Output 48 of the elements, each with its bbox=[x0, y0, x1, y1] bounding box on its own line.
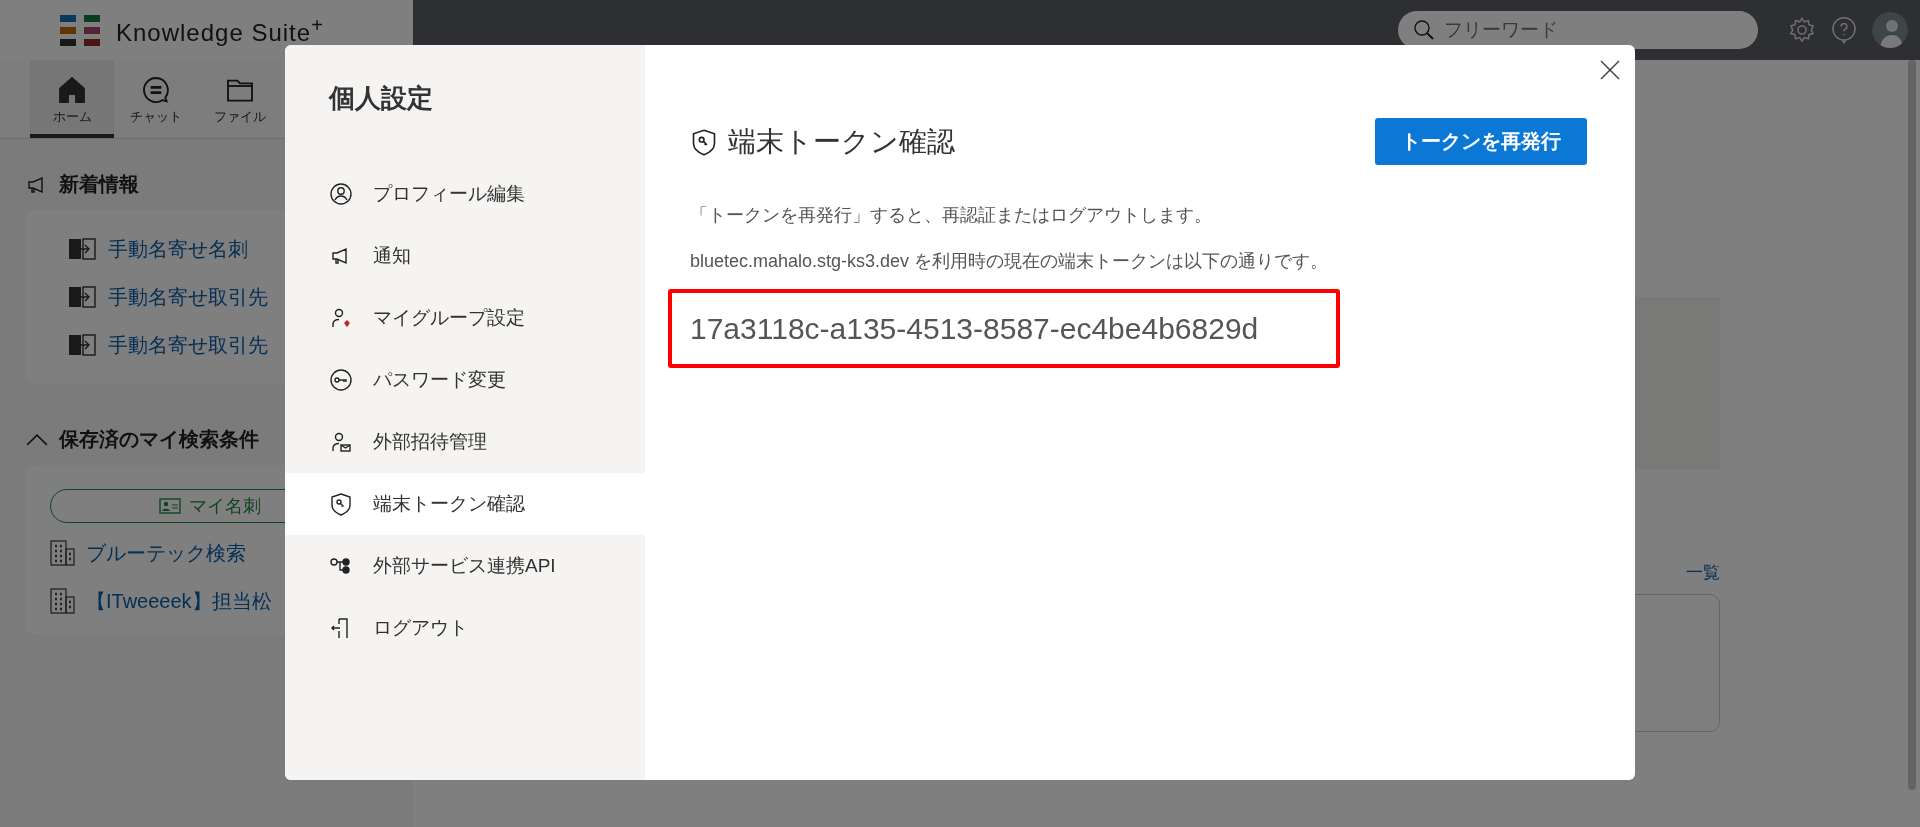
menu-item[interactable]: パスワード変更 bbox=[285, 349, 645, 411]
avatar[interactable] bbox=[1872, 12, 1908, 48]
dialog-title: 個人設定 bbox=[327, 82, 434, 115]
menu-item[interactable]: 外部招待管理 bbox=[285, 411, 645, 473]
menu-item[interactable]: 外部サービス連携API bbox=[285, 535, 645, 597]
id-card-icon bbox=[159, 498, 181, 514]
news-link[interactable]: 手動名寄せ取引先 bbox=[108, 283, 268, 311]
help-icon[interactable] bbox=[1830, 16, 1858, 44]
search-field[interactable]: フリーワード bbox=[1398, 11, 1758, 49]
logo-icon bbox=[60, 14, 100, 46]
page-heading: 端末トークン確認 bbox=[728, 124, 955, 159]
collapse-icon[interactable] bbox=[25, 433, 49, 446]
home-icon bbox=[56, 74, 88, 106]
user-mail-icon bbox=[329, 430, 353, 454]
menu-item[interactable]: 端末トークン確認 bbox=[285, 473, 645, 535]
news-link[interactable]: 手動名寄せ取引先 bbox=[108, 331, 268, 359]
scrollbar[interactable] bbox=[1908, 60, 1916, 790]
token-box: 17a3118c-a135-4513-8587-ec4be4b6829d bbox=[668, 289, 1340, 368]
building-icon bbox=[50, 540, 76, 566]
nav-tab[interactable]: チャット bbox=[114, 60, 198, 138]
section-title: 新着情報 bbox=[59, 172, 139, 197]
nav-tab[interactable]: ファイル bbox=[198, 60, 282, 138]
shield-key-icon bbox=[329, 492, 353, 516]
section-title: 保存済のマイ検索条件 bbox=[59, 427, 259, 452]
nav-tab[interactable]: ホーム bbox=[30, 60, 114, 138]
description-text: bluetec.mahalo.stg-ks3.dev を利用時の現在の端末トークンは以下の通りです。 bbox=[689, 250, 1330, 273]
building-icon bbox=[50, 588, 76, 614]
menu-item[interactable]: ログアウト bbox=[285, 597, 645, 659]
saved-search-link[interactable]: 【ITweeeek】担当松 bbox=[86, 587, 272, 615]
settings-icon[interactable] bbox=[1788, 16, 1816, 44]
menu-item[interactable]: プロフィール編集 bbox=[285, 163, 645, 225]
logo-text: Knowledge Suite$^{+}$ bbox=[116, 13, 324, 47]
close-button[interactable] bbox=[1599, 59, 1621, 81]
menu-item[interactable]: 通知 bbox=[285, 225, 645, 287]
merge-icon bbox=[68, 286, 98, 308]
merge-icon bbox=[68, 334, 98, 356]
search-icon bbox=[1412, 18, 1436, 42]
chat-icon bbox=[140, 74, 172, 106]
menu-item[interactable]: マイグループ設定 bbox=[285, 287, 645, 349]
notice-text: 「トークンを再発行」すると、再認証またはログアウトします。 bbox=[689, 204, 1213, 227]
user-icon bbox=[329, 182, 353, 206]
shield-key-icon bbox=[690, 127, 718, 156]
list-link[interactable]: 一覧 bbox=[1686, 561, 1720, 584]
key-icon bbox=[329, 368, 353, 392]
reissue-button[interactable]: トークンを再発行 bbox=[1375, 118, 1587, 165]
saved-search-link[interactable]: ブルーテック検索 bbox=[86, 539, 246, 567]
news-link[interactable]: 手動名寄せ名刺 bbox=[108, 235, 248, 263]
merge-icon bbox=[68, 238, 98, 260]
